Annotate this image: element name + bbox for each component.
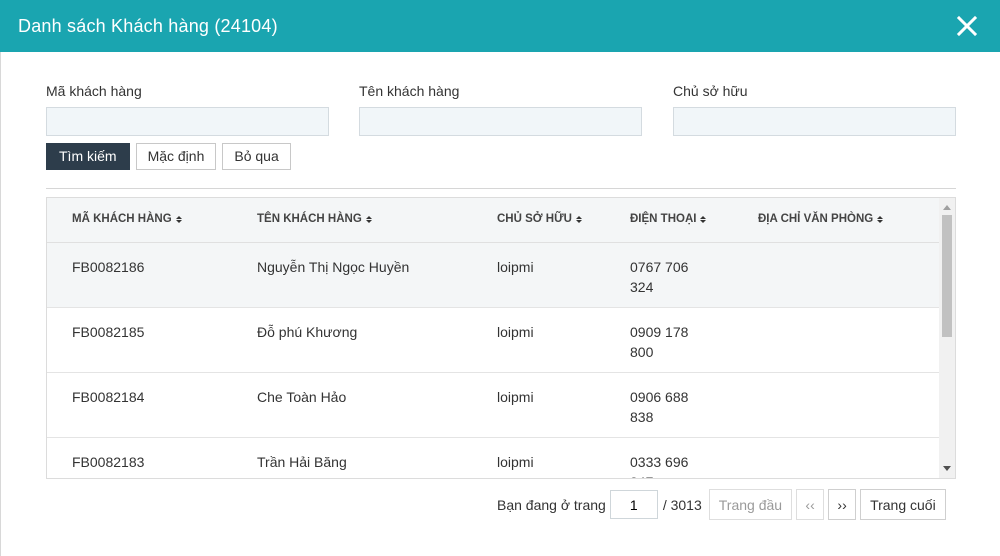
scroll-thumb[interactable] [942, 215, 952, 337]
skip-button[interactable]: Bỏ qua [222, 143, 291, 170]
cell-owner: loipmi [497, 389, 534, 405]
cell-name: Đỗ phú Khương [257, 324, 358, 340]
modal-header: Danh sách Khách hàng (24104) [0, 0, 1000, 52]
customer-table: MÃ KHÁCH HÀNG TÊN KHÁCH HÀNG CHỦ SỞ HỮU … [46, 197, 956, 479]
owner-label: Chủ sở hữu [673, 83, 748, 99]
close-icon [956, 15, 978, 37]
last-page-button[interactable]: Trang cuối [860, 489, 946, 520]
column-header-phone[interactable]: ĐIỆN THOẠI [630, 213, 707, 225]
modal-title: Danh sách Khách hàng (24104) [18, 15, 278, 36]
column-header-label: ĐIỆN THOẠI [630, 213, 697, 225]
column-header-label: CHỦ SỞ HỮU [497, 213, 572, 225]
column-header-label: MÃ KHÁCH HÀNG [72, 213, 172, 225]
customer-name-filter: Tên khách hàng [359, 82, 642, 136]
customer-code-filter: Mã khách hàng [46, 82, 329, 136]
default-button[interactable]: Mặc định [135, 143, 217, 170]
customer-name-label: Tên khách hàng [359, 83, 460, 99]
cell-owner: loipmi [497, 324, 534, 340]
sort-icon [700, 215, 707, 223]
customer-code-label: Mã khách hàng [46, 83, 142, 99]
table-row[interactable]: FB0082183 Trần Hải Băng loipmi 0333 696 … [47, 438, 940, 478]
column-header-code[interactable]: MÃ KHÁCH HÀNG [72, 213, 182, 225]
pagination: Bạn đang ở trang / 3013 Trang đầu ‹‹ ›› … [497, 489, 946, 520]
cell-phone: 0909 178 800 [630, 324, 689, 360]
filter-button-row: Tìm kiếm Mặc định Bỏ qua [46, 143, 291, 170]
sort-icon [575, 215, 582, 223]
close-button[interactable] [952, 11, 982, 41]
divider [46, 188, 956, 189]
cell-code: FB0082183 [72, 454, 145, 470]
cell-phone: 0906 688 838 [630, 389, 689, 425]
cell-name: Trần Hải Băng [257, 454, 347, 470]
column-header-label: TÊN KHÁCH HÀNG [257, 213, 362, 225]
cell-owner: loipmi [497, 454, 534, 470]
table-row[interactable]: FB0082185 Đỗ phú Khương loipmi 0909 178 … [47, 308, 940, 373]
scroll-up-icon[interactable] [943, 205, 951, 210]
cell-phone: 0333 696 847 [630, 454, 689, 478]
cell-code: FB0082186 [72, 259, 145, 275]
sort-icon [175, 215, 182, 223]
first-page-button[interactable]: Trang đầu [708, 489, 793, 520]
cell-code: FB0082184 [72, 389, 145, 405]
page-number-input[interactable] [609, 490, 658, 519]
cell-phone: 0767 706 324 [630, 259, 689, 295]
column-header-label: ĐỊA CHỈ VĂN PHÒNG [758, 213, 874, 225]
customer-name-input[interactable] [359, 107, 642, 136]
column-header-name[interactable]: TÊN KHÁCH HÀNG [257, 213, 372, 225]
cell-name: Che Toàn Hảo [257, 389, 347, 405]
sort-icon [877, 215, 884, 223]
column-header-address[interactable]: ĐỊA CHỈ VĂN PHÒNG [758, 213, 884, 225]
sort-icon [365, 215, 372, 223]
column-header-owner[interactable]: CHỦ SỞ HỮU [497, 213, 582, 225]
pagination-label: Bạn đang ở trang [497, 496, 606, 513]
table-row[interactable]: FB0082186 Nguyễn Thị Ngọc Huyền loipmi 0… [47, 243, 940, 308]
owner-input[interactable] [673, 107, 956, 136]
customer-code-input[interactable] [46, 107, 329, 136]
owner-filter: Chủ sở hữu [673, 82, 956, 136]
table-row[interactable]: FB0082184 Che Toàn Hảo loipmi 0906 688 8… [47, 373, 940, 438]
cell-owner: loipmi [497, 259, 534, 275]
next-page-button[interactable]: ›› [828, 489, 857, 520]
search-button[interactable]: Tìm kiếm [46, 143, 130, 170]
modal-left-border [0, 52, 1, 556]
cell-code: FB0082185 [72, 324, 145, 340]
table-body: FB0082186 Nguyễn Thị Ngọc Huyền loipmi 0… [47, 243, 940, 478]
scroll-down-icon[interactable] [943, 466, 951, 471]
table-scrollbar[interactable] [939, 198, 955, 478]
cell-name: Nguyễn Thị Ngọc Huyền [257, 259, 410, 275]
prev-page-button[interactable]: ‹‹ [796, 489, 825, 520]
page-total: / 3013 [662, 496, 702, 513]
table-header: MÃ KHÁCH HÀNG TÊN KHÁCH HÀNG CHỦ SỞ HỮU … [47, 198, 940, 243]
